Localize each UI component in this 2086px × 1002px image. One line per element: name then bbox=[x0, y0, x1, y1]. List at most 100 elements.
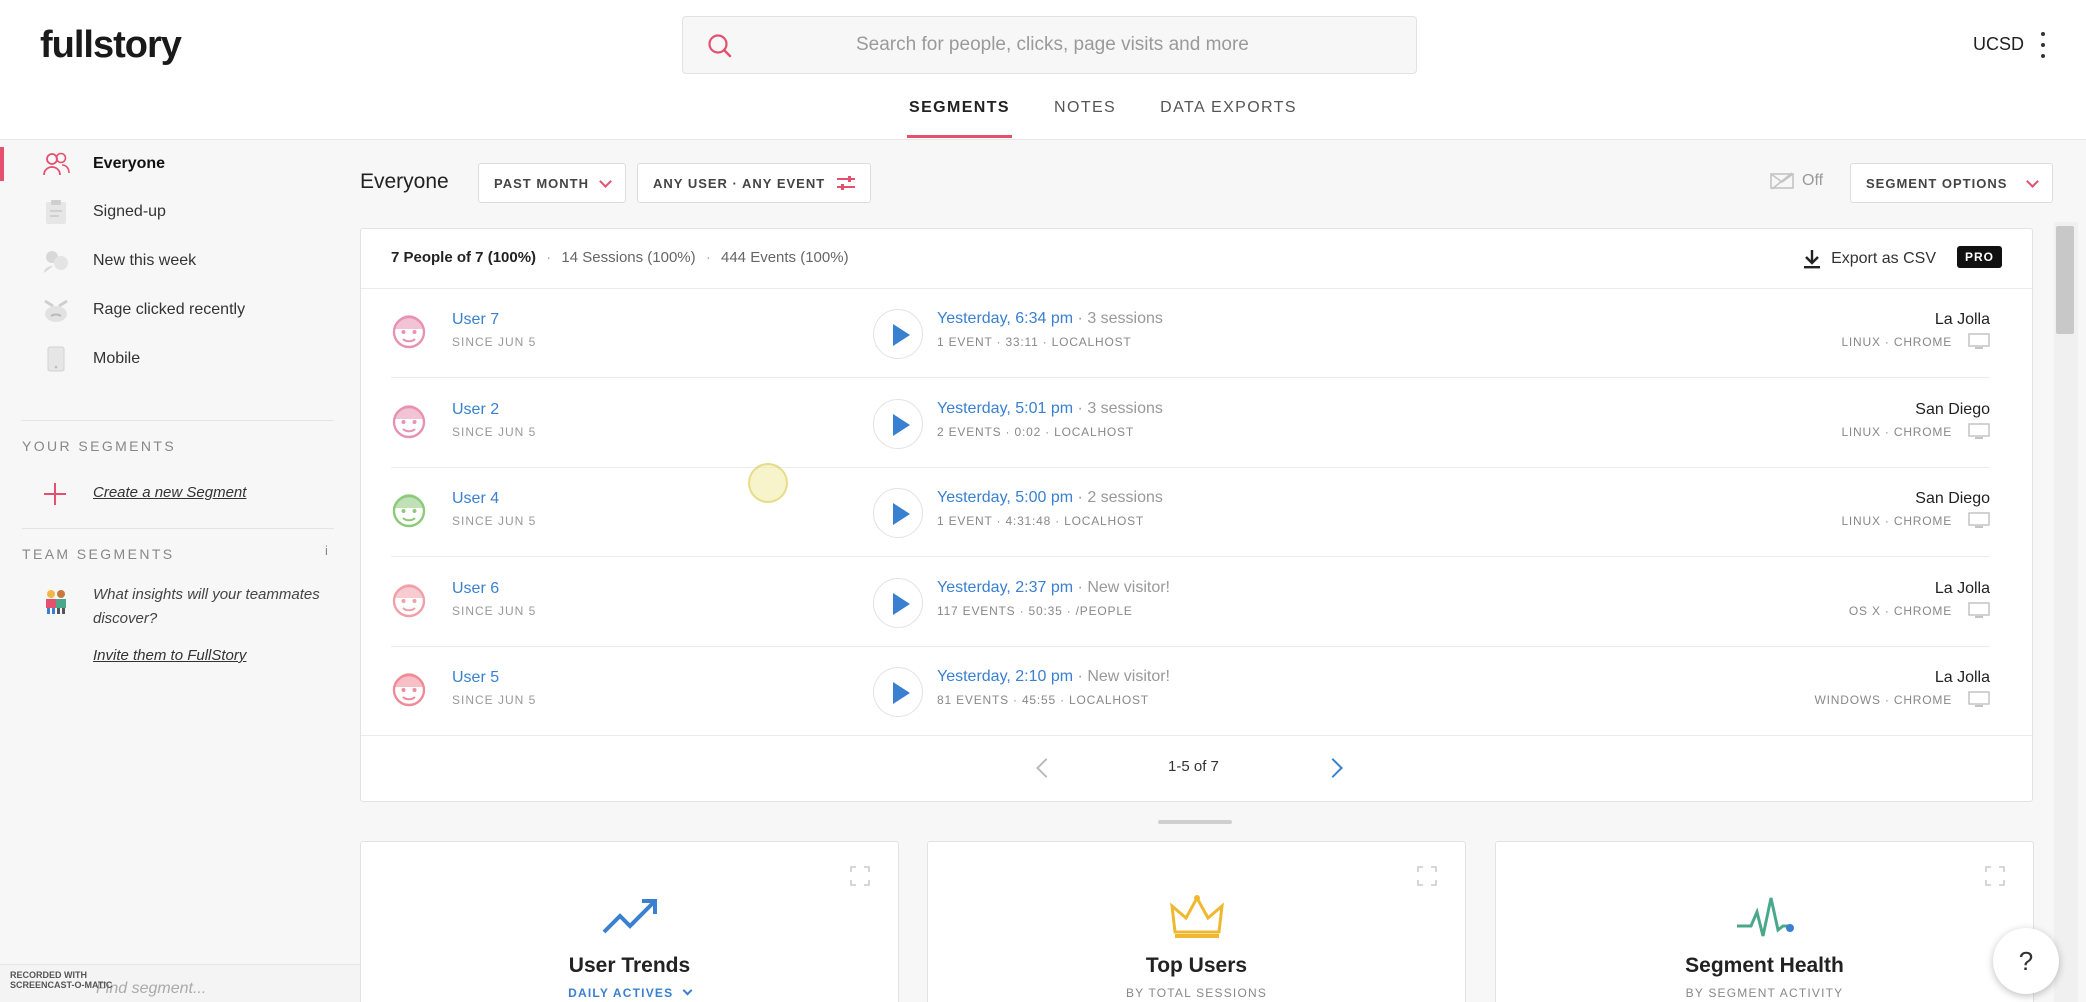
session-time-link[interactable]: Yesterday, 2:37 pm · New visitor! bbox=[937, 579, 1170, 597]
new-users-icon bbox=[42, 247, 70, 275]
users-list-card: 7 People of 7 (100%) · 14 Sessions (100%… bbox=[360, 228, 2034, 802]
play-session-button[interactable] bbox=[873, 667, 923, 717]
expand-icon[interactable] bbox=[1417, 866, 1437, 886]
events-count: 444 Events (100%) bbox=[721, 249, 849, 266]
more-menu-icon[interactable] bbox=[2038, 32, 2048, 58]
user-row[interactable]: User 6 SINCE JUN 5 Yesterday, 2:37 pm · Ne… bbox=[361, 558, 2034, 647]
info-icon[interactable]: i bbox=[325, 543, 328, 558]
user-name-link[interactable]: User 7 bbox=[452, 311, 499, 329]
segment-alerts-toggle[interactable]: Off bbox=[1770, 172, 1823, 190]
time-filter-dropdown[interactable]: PAST MONTH bbox=[478, 163, 626, 203]
user-row[interactable]: User 7 SINCE JUN 5 Yesterday, 6:34 pm · 3 … bbox=[361, 289, 2034, 378]
widget-subtitle: BY SEGMENT ACTIVITY bbox=[1685, 986, 1844, 1000]
team-segments-heading: TEAM SEGMENTS bbox=[22, 546, 175, 562]
session-count: · New visitor! bbox=[1073, 668, 1170, 685]
session-detail: 1 EVENT · 33:11 · LOCALHOST bbox=[937, 335, 1132, 349]
desktop-icon bbox=[1968, 512, 1990, 528]
next-page-icon[interactable] bbox=[1323, 758, 1343, 778]
user-name-link[interactable]: User 4 bbox=[452, 490, 499, 508]
fullstory-logo[interactable]: fullstory bbox=[40, 24, 182, 67]
session-detail: 81 EVENTS · 45:55 · LOCALHOST bbox=[937, 693, 1149, 707]
expand-icon[interactable] bbox=[850, 866, 870, 886]
search-input[interactable]: Search for people, clicks, page visits a… bbox=[856, 34, 1249, 56]
desktop-icon bbox=[1968, 422, 1990, 439]
resize-handle[interactable] bbox=[1158, 820, 1232, 824]
pagination-label: 1-5 of 7 bbox=[1168, 758, 1219, 775]
previous-page-icon[interactable] bbox=[1036, 758, 1056, 778]
sessions-count: 14 Sessions (100%) bbox=[561, 249, 696, 266]
team-segments-prompt: What insights will your teammates discov… bbox=[93, 586, 320, 627]
session-time-link[interactable]: Yesterday, 5:01 pm · 3 sessions bbox=[937, 400, 1163, 418]
chevron-down-icon bbox=[599, 174, 612, 188]
widget-title: User Trends bbox=[568, 954, 691, 977]
plus-icon[interactable] bbox=[44, 483, 66, 505]
session-count: · 3 sessions bbox=[1073, 399, 1163, 417]
mobile-icon bbox=[42, 345, 70, 373]
watermark-line: SCREENCAST-O-MATIC bbox=[10, 980, 113, 990]
tab-data-exports[interactable]: DATA EXPORTS bbox=[1158, 96, 1299, 140]
scrollbar[interactable] bbox=[2054, 222, 2078, 1002]
sidebar-item-rage-clicked[interactable]: Rage clicked recently bbox=[0, 287, 340, 333]
daily-actives-dropdown[interactable]: DAILY ACTIVES bbox=[361, 985, 898, 1000]
sidebar-item-mobile[interactable]: Mobile bbox=[0, 336, 340, 382]
user-name-link[interactable]: User 5 bbox=[452, 669, 499, 687]
session-time: Yesterday, 2:10 pm bbox=[937, 668, 1074, 685]
tab-segments[interactable]: SEGMENTS bbox=[907, 96, 1013, 140]
alerts-status: Off bbox=[1802, 172, 1824, 189]
search-icon bbox=[708, 34, 732, 58]
user-platform: WINDOWS · CHROME bbox=[1814, 693, 1952, 707]
session-time-link[interactable]: Yesterday, 5:00 pm · 2 sessions bbox=[937, 489, 1163, 507]
segment-health-widget[interactable]: Segment Health BY SEGMENT ACTIVITY bbox=[1495, 841, 2034, 1002]
segment-title: Everyone bbox=[360, 170, 449, 193]
segment-options-label: SEGMENT OPTIONS bbox=[1866, 175, 2008, 191]
export-csv-button[interactable]: Export as CSV bbox=[1803, 249, 1936, 269]
create-segment-link[interactable]: Create a new Segment bbox=[93, 484, 246, 501]
user-row[interactable]: User 2 SINCE JUN 5 Yesterday, 5:01 pm · 3 … bbox=[361, 379, 2034, 468]
filter-icon bbox=[837, 176, 856, 190]
user-name-link[interactable]: User 2 bbox=[452, 401, 499, 419]
help-button[interactable]: ? bbox=[1993, 928, 2059, 994]
user-name-link[interactable]: User 6 bbox=[452, 580, 499, 598]
user-row[interactable]: User 5 SINCE JUN 5 Yesterday, 2:10 pm · Ne… bbox=[361, 647, 2034, 736]
cursor-highlight bbox=[748, 463, 788, 503]
widget-subtitle: BY TOTAL SESSIONS bbox=[1125, 986, 1268, 1000]
search-box[interactable]: Search for people, clicks, page visits a… bbox=[682, 16, 1417, 74]
sidebar-item-label: New this week bbox=[93, 252, 197, 269]
session-time-link[interactable]: Yesterday, 2:10 pm · New visitor! bbox=[937, 668, 1170, 686]
sidebar-item-new-this-week[interactable]: New this week bbox=[0, 238, 340, 284]
invite-link[interactable]: Invite them to FullStory bbox=[93, 647, 246, 664]
session-time-link[interactable]: Yesterday, 6:34 pm · 3 sessions bbox=[937, 310, 1163, 328]
session-time: Yesterday, 2:37 pm bbox=[937, 578, 1074, 596]
people-count: 7 People of 7 (100%) bbox=[391, 249, 537, 266]
your-segments-heading: YOUR SEGMENTS bbox=[22, 438, 177, 454]
expand-icon[interactable] bbox=[1985, 866, 2005, 886]
find-segment-input[interactable]: Find segment... bbox=[96, 980, 206, 998]
tab-notes[interactable]: NOTES bbox=[1052, 96, 1118, 140]
top-users-widget[interactable]: Top Users BY TOTAL SESSIONS bbox=[927, 841, 1466, 1002]
pulse-icon bbox=[1736, 897, 1794, 937]
session-count: · 3 sessions bbox=[1073, 310, 1163, 327]
sidebar-item-everyone[interactable]: Everyone bbox=[0, 141, 340, 187]
event-filter-button[interactable]: ANY USER · ANY EVENT bbox=[637, 163, 872, 203]
user-avatar-icon bbox=[392, 315, 426, 349]
sidebar-item-label: Signed-up bbox=[93, 203, 166, 220]
play-session-button[interactable] bbox=[873, 309, 923, 359]
play-session-button[interactable] bbox=[873, 488, 923, 538]
segment-options-dropdown[interactable]: SEGMENT OPTIONS bbox=[1850, 163, 2053, 203]
user-since: SINCE JUN 5 bbox=[452, 424, 537, 439]
session-count: · New visitor! bbox=[1073, 578, 1170, 596]
play-session-button[interactable] bbox=[873, 398, 923, 449]
sidebar-divider bbox=[22, 420, 334, 421]
user-trends-widget[interactable]: User Trends DAILY ACTIVES bbox=[360, 841, 899, 1002]
sidebar-item-signed-up[interactable]: Signed-up bbox=[0, 189, 340, 235]
org-name[interactable]: UCSD bbox=[1973, 34, 2024, 55]
session-count: · 2 sessions bbox=[1073, 489, 1163, 506]
user-row[interactable]: User 4 SINCE JUN 5 Yesterday, 5:00 pm · 2 … bbox=[361, 468, 2034, 557]
session-detail: 2 EVENTS · 0:02 · LOCALHOST bbox=[937, 424, 1134, 439]
user-platform: LINUX · CHROME bbox=[1841, 335, 1952, 349]
play-session-button[interactable] bbox=[873, 577, 923, 628]
user-since: SINCE JUN 5 bbox=[452, 514, 537, 528]
main-tabs: SEGMENTS NOTES DATA EXPORTS bbox=[0, 96, 2086, 140]
user-location: La Jolla bbox=[1934, 669, 1990, 686]
scrollbar-thumb[interactable] bbox=[2056, 226, 2074, 334]
